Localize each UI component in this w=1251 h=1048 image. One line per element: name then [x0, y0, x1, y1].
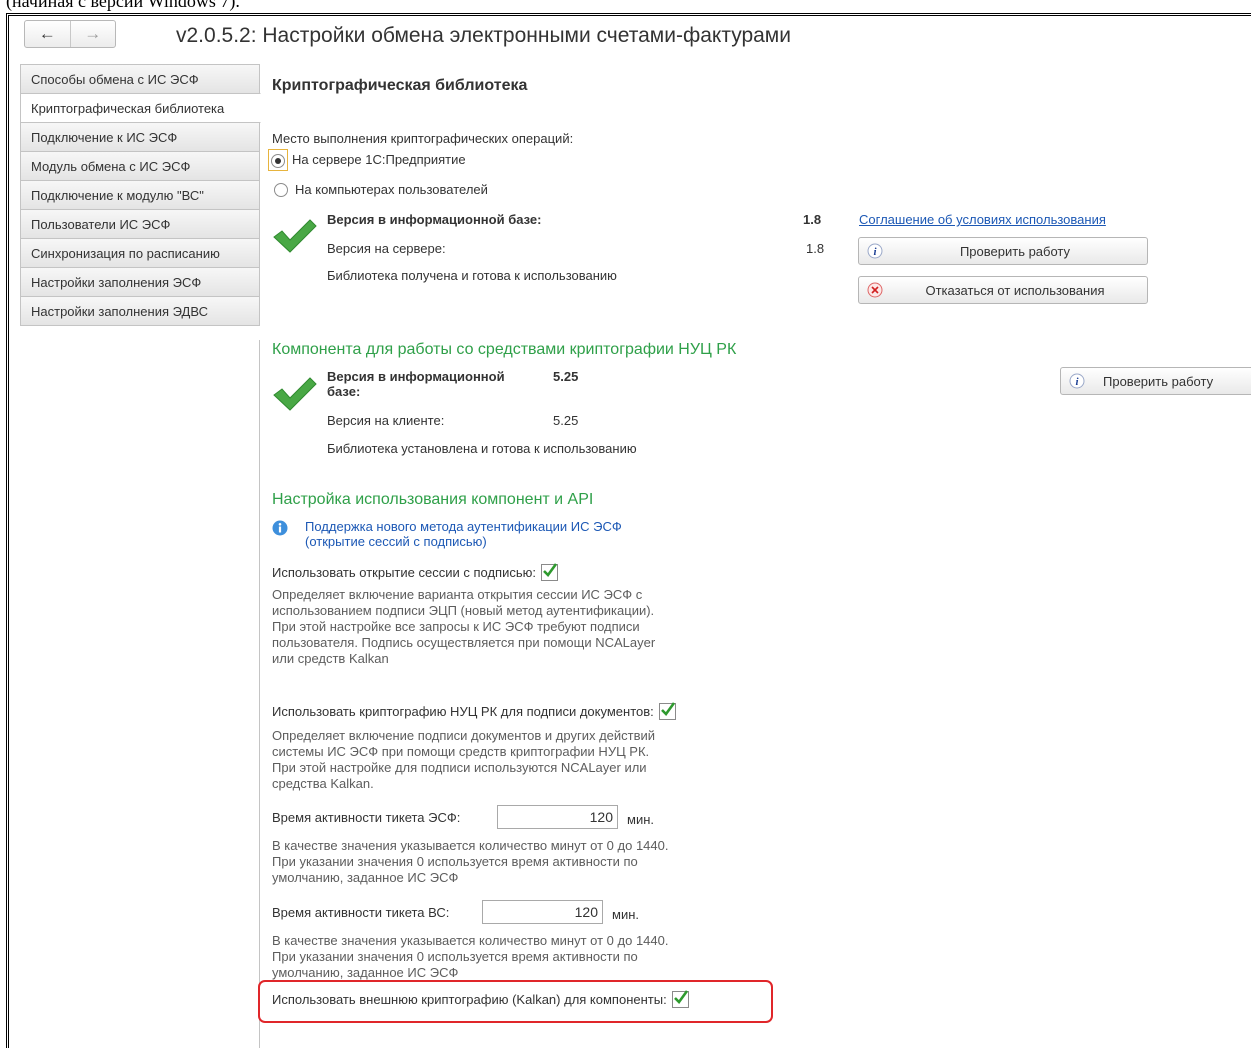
info-circle-icon: [272, 520, 288, 536]
sidebar: Способы обмена с ИС ЭСФ Криптографическа…: [20, 64, 261, 326]
forward-button[interactable]: →: [69, 21, 116, 47]
api-settings-title: Настройка использования компонент и API: [272, 491, 594, 508]
sidebar-item-crypto-library[interactable]: Криптографическая библиотека: [20, 93, 261, 123]
cancel-icon: [867, 282, 883, 298]
check-success-icon: [273, 377, 317, 411]
arrow-left-icon: ←: [38, 24, 56, 43]
sidebar-item-vs-module[interactable]: Подключение к модулю "ВС": [20, 180, 260, 210]
navigation-buttons: ← →: [24, 20, 116, 48]
window-title: v2.0.5.2: Настройки обмена электронными …: [176, 24, 791, 47]
agreement-link[interactable]: Соглашение об условиях использования: [859, 212, 1106, 227]
vs-ticket-label: Время активности тикета ВС:: [272, 905, 450, 920]
vs-ticket-input[interactable]: 120: [482, 900, 603, 924]
sidebar-divider: [259, 340, 260, 1048]
crypto-status: Библиотека получена и готова к использов…: [327, 268, 617, 283]
server-version-label: Версия на сервере:: [327, 241, 446, 256]
refuse-button[interactable]: Отказаться от использования: [858, 276, 1148, 304]
auth-support-note: Поддержка нового метода аутентификации И…: [305, 519, 622, 549]
nuc-check-work-button[interactable]: i Проверить работу: [1060, 367, 1251, 395]
sidebar-item-edvs-fill[interactable]: Настройки заполнения ЭДВС: [20, 296, 260, 326]
nuc-client-version-value: 5.25: [553, 413, 579, 428]
radio-users-label: На компьютерах пользователей: [295, 182, 488, 197]
radio-server[interactable]: [271, 153, 285, 168]
top-caption: (начиная с версии Windows 7).: [6, 0, 240, 11]
arrow-right-icon: →: [84, 24, 102, 43]
nuc-client-version-label: Версия на клиенте:: [327, 413, 445, 428]
check-success-icon: [273, 219, 317, 253]
radio-server-option[interactable]: На сервере 1С:Предприятие: [268, 149, 466, 171]
refuse-label: Отказаться от использования: [925, 282, 1105, 298]
checkmark-icon: [660, 702, 675, 716]
vs-ticket-unit: мин.: [612, 907, 639, 922]
sidebar-item-exchange-methods[interactable]: Способы обмена с ИС ЭСФ: [20, 64, 260, 94]
session-sign-label: Использовать открытие сессии с подписью:: [272, 565, 536, 580]
nuc-ib-version-value: 5.25: [553, 369, 579, 384]
sidebar-item-connection-esf[interactable]: Подключение к ИС ЭСФ: [20, 122, 260, 152]
esf-ticket-hint: В качестве значения указывается количест…: [272, 838, 669, 885]
crypto-location-label: Место выполнения криптографических опера…: [272, 131, 574, 146]
radio-users-option[interactable]: На компьютерах пользователей: [274, 182, 488, 197]
radio-server-label: На сервере 1С:Предприятие: [292, 152, 466, 168]
sidebar-item-exchange-module[interactable]: Модуль обмена с ИС ЭСФ: [20, 151, 260, 181]
back-button[interactable]: ←: [25, 21, 70, 47]
nuc-ib-version-label: Версия в информационной базе:: [327, 369, 505, 399]
nuc-sign-hint: Определяет включение подписи документов …: [272, 728, 656, 791]
crypto-library-title: Криптографическая библиотека: [272, 77, 528, 94]
nuc-sign-row: Использовать криптографию НУЦ РК для под…: [272, 702, 676, 720]
session-sign-checkbox[interactable]: [540, 563, 558, 581]
server-version-value: 1.8: [806, 241, 825, 256]
nuc-sign-checkbox[interactable]: [658, 702, 676, 720]
info-icon: i: [1069, 373, 1085, 389]
vs-ticket-hint: В качестве значения указывается количест…: [272, 933, 669, 980]
nuc-sign-label: Использовать криптографию НУЦ РК для под…: [272, 704, 654, 719]
sidebar-item-users[interactable]: Пользователи ИС ЭСФ: [20, 209, 260, 239]
sidebar-item-esf-fill[interactable]: Настройки заполнения ЭСФ: [20, 267, 260, 297]
session-sign-row: Использовать открытие сессии с подписью:: [272, 563, 558, 581]
info-icon: i: [867, 243, 883, 259]
kalkan-highlight-frame: [258, 980, 773, 1023]
check-work-label: Проверить работу: [959, 243, 1071, 259]
esf-ticket-label: Время активности тикета ЭСФ:: [272, 810, 461, 825]
checkmark-icon: [543, 563, 558, 577]
nuc-status: Библиотека установлена и готова к исполь…: [327, 441, 637, 456]
sidebar-item-schedule-sync[interactable]: Синхронизация по расписанию: [20, 238, 260, 268]
esf-ticket-input[interactable]: 120: [497, 805, 618, 829]
esf-ticket-unit: мин.: [627, 812, 654, 827]
nuc-check-work-label: Проверить работу: [1103, 373, 1214, 389]
radio-users[interactable]: [274, 182, 288, 197]
nuc-component-title: Компонента для работы со средствами крип…: [272, 341, 737, 358]
check-work-button[interactable]: i Проверить работу: [858, 237, 1148, 265]
ib-version-value: 1.8: [803, 212, 822, 227]
radio-focus-frame: [268, 149, 288, 171]
session-sign-hint: Определяет включение варианта открытия с…: [272, 587, 656, 666]
ib-version-label: Версия в информационной базе:: [327, 212, 542, 227]
